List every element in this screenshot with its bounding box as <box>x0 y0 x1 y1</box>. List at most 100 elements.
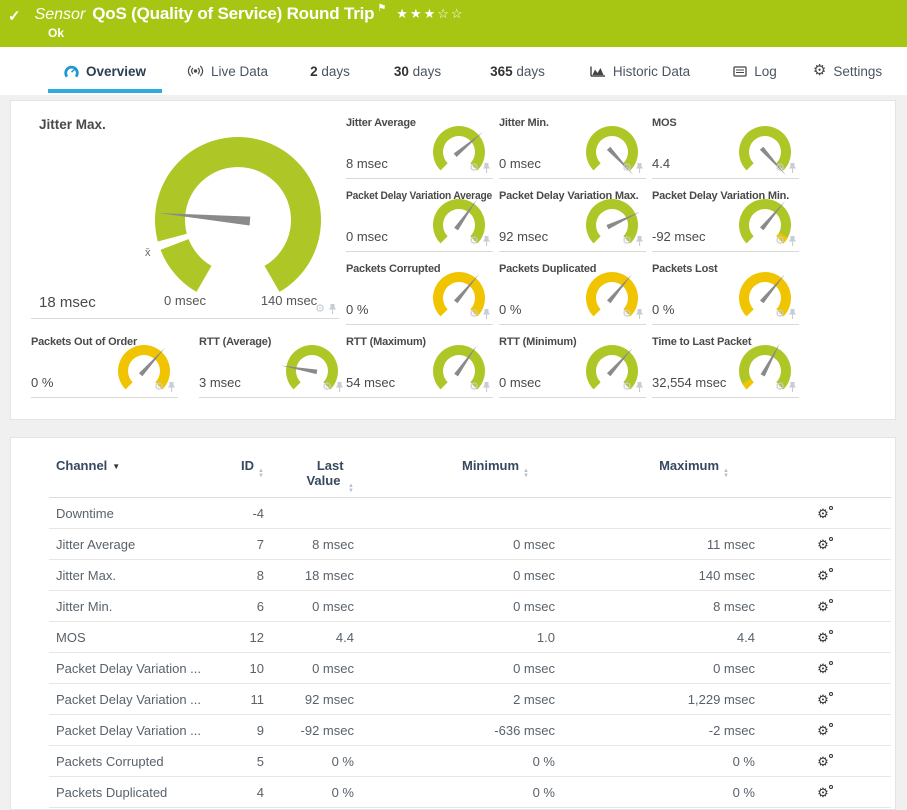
pin-icon[interactable] <box>635 381 644 393</box>
gauge-tile[interactable]: Packet Delay Variation Average0 msec⚙ <box>346 186 493 252</box>
gauge-tile[interactable]: Jitter Min.0 msec⚙ <box>499 113 646 179</box>
column-header-min[interactable]: Minimum▲▼ <box>354 458 555 479</box>
pin-icon[interactable] <box>788 381 797 393</box>
table-row: Downtime-4 ⚙ <box>49 498 891 529</box>
edit-channel-settings-icon[interactable]: ⚙ <box>817 787 829 799</box>
gauge-scale-min: 0 msec <box>154 293 216 308</box>
flag-icon[interactable]: ⚑ <box>377 3 386 14</box>
active-tab-underline <box>48 89 162 93</box>
gauge-tile[interactable]: Packets Duplicated0 %⚙ <box>499 259 646 325</box>
edit-channel-settings-icon[interactable]: ⚙ <box>817 694 829 706</box>
pin-icon[interactable] <box>482 308 491 320</box>
gauge-title: Jitter Min. <box>499 117 549 129</box>
pin-icon[interactable] <box>482 162 491 174</box>
tab-historic-data[interactable]: Historic Data <box>570 47 710 95</box>
gauge-tile-primary[interactable]: Jitter Max. x̄ 18 msec 0 msec 140 msec ⚙ <box>31 109 339 319</box>
cell-minimum: 0 msec <box>354 599 555 614</box>
gauge-tile[interactable]: RTT (Average)3 msec⚙ <box>199 332 346 398</box>
edit-channel-settings-icon[interactable]: ⚙ <box>817 539 829 551</box>
cell-channel[interactable]: Jitter Min. <box>49 599 214 614</box>
tab-30-days[interactable]: 30 days <box>370 47 465 95</box>
cell-channel[interactable]: Packets Duplicated <box>49 785 214 800</box>
gear-icon[interactable]: ⚙ <box>622 236 632 246</box>
gear-icon[interactable]: ⚙ <box>622 382 632 392</box>
pin-icon[interactable] <box>788 162 797 174</box>
cell-last-value: 92 msec <box>264 692 354 707</box>
edit-channel-settings-icon[interactable]: ⚙ <box>817 601 829 613</box>
gear-icon[interactable]: ⚙ <box>154 382 164 392</box>
sort-icon[interactable]: ▲▼ <box>348 484 354 494</box>
pin-icon[interactable] <box>482 235 491 247</box>
cell-channel[interactable]: Jitter Average <box>49 537 214 552</box>
edit-channel-settings-icon[interactable]: ⚙ <box>817 756 829 768</box>
gear-icon[interactable]: ⚙ <box>315 304 325 314</box>
edit-channel-settings-icon[interactable]: ⚙ <box>817 570 829 582</box>
gauge-tile[interactable]: Packets Lost0 %⚙ <box>652 259 799 325</box>
cell-maximum: 140 msec <box>555 568 755 583</box>
sort-icon[interactable]: ▲▼ <box>723 469 729 479</box>
tab-settings[interactable]: ⚙Settings <box>800 47 895 95</box>
column-header-id[interactable]: ID▲▼ <box>214 458 264 479</box>
cell-channel[interactable]: Packets Corrupted <box>49 754 214 769</box>
gear-icon[interactable]: ⚙ <box>469 382 479 392</box>
gear-icon[interactable]: ⚙ <box>775 163 785 173</box>
gear-icon[interactable]: ⚙ <box>622 163 632 173</box>
gauge-tile[interactable]: Packets Out of Order0 %⚙ <box>31 332 178 398</box>
gear-icon[interactable]: ⚙ <box>469 163 479 173</box>
pin-icon[interactable] <box>482 381 491 393</box>
gear-icon[interactable]: ⚙ <box>775 236 785 246</box>
sensor-status-badge: Ok <box>48 26 64 40</box>
gauge-tile[interactable]: RTT (Minimum)0 msec⚙ <box>499 332 646 398</box>
cell-channel[interactable]: Packet Delay Variation ... <box>49 692 214 707</box>
cell-id: 12 <box>214 630 264 645</box>
table-header-row: Channel▼ID▲▼LastValue ▲▼Minimum▲▼Maximum… <box>49 438 891 498</box>
gear-icon[interactable]: ⚙ <box>469 236 479 246</box>
pin-icon[interactable] <box>335 381 344 393</box>
gear-icon: ⚙ <box>813 65 826 77</box>
column-header-max[interactable]: Maximum▲▼ <box>555 458 755 479</box>
gear-icon[interactable]: ⚙ <box>622 309 632 319</box>
pin-icon[interactable] <box>167 381 176 393</box>
gauge-tile[interactable]: Jitter Average8 msec⚙ <box>346 113 493 179</box>
tab-overview[interactable]: Overview <box>45 47 165 95</box>
pin-icon[interactable] <box>635 308 644 320</box>
gauge-tile[interactable]: MOS4.4⚙ <box>652 113 799 179</box>
table-row: Packet Delay Variation ...9-92 msec-636 … <box>49 715 891 746</box>
table-row: Packet Delay Variation ...100 msec0 msec… <box>49 653 891 684</box>
edit-channel-settings-icon[interactable]: ⚙ <box>817 508 829 520</box>
tab-365-days[interactable]: 365 days <box>465 47 570 95</box>
pin-icon[interactable] <box>328 303 337 315</box>
tab-live-data[interactable]: Live Data <box>165 47 290 95</box>
gear-icon[interactable]: ⚙ <box>775 382 785 392</box>
gauge-tile[interactable]: Time to Last Packet32,554 msec⚙ <box>652 332 799 398</box>
cell-id: -4 <box>214 506 264 521</box>
edit-channel-settings-icon[interactable]: ⚙ <box>817 632 829 644</box>
edit-channel-settings-icon[interactable]: ⚙ <box>817 725 829 737</box>
gauge-tile[interactable]: Packet Delay Variation Min.-92 msec⚙ <box>652 186 799 252</box>
gear-icon[interactable]: ⚙ <box>775 309 785 319</box>
cell-channel[interactable]: Packet Delay Variation ... <box>49 723 214 738</box>
gauge-arc <box>143 125 333 302</box>
cell-channel[interactable]: MOS <box>49 630 214 645</box>
gear-icon[interactable]: ⚙ <box>469 309 479 319</box>
cell-channel[interactable]: Jitter Max. <box>49 568 214 583</box>
pin-icon[interactable] <box>788 235 797 247</box>
star-rating[interactable]: ★★★☆☆ <box>396 6 464 22</box>
cell-channel[interactable]: Packet Delay Variation ... <box>49 661 214 676</box>
pin-icon[interactable] <box>788 308 797 320</box>
gear-icon[interactable]: ⚙ <box>322 382 332 392</box>
tab-log[interactable]: Log <box>710 47 800 95</box>
cell-channel[interactable]: Downtime <box>49 506 214 521</box>
gauge-tile[interactable]: RTT (Maximum)54 msec⚙ <box>346 332 493 398</box>
column-header-channel[interactable]: Channel▼ <box>49 458 214 473</box>
tab-2-days[interactable]: 2 days <box>290 47 370 95</box>
pin-icon[interactable] <box>635 235 644 247</box>
column-header-last[interactable]: LastValue ▲▼ <box>264 458 354 494</box>
gauge-tile[interactable]: Packets Corrupted0 %⚙ <box>346 259 493 325</box>
average-marker-label: x̄ <box>145 247 151 259</box>
gauge-tile[interactable]: Packet Delay Variation Max.92 msec⚙ <box>499 186 646 252</box>
broadcast-icon <box>187 65 204 77</box>
edit-channel-settings-icon[interactable]: ⚙ <box>817 663 829 675</box>
pin-icon[interactable] <box>635 162 644 174</box>
sort-icon[interactable]: ▲▼ <box>523 469 529 479</box>
